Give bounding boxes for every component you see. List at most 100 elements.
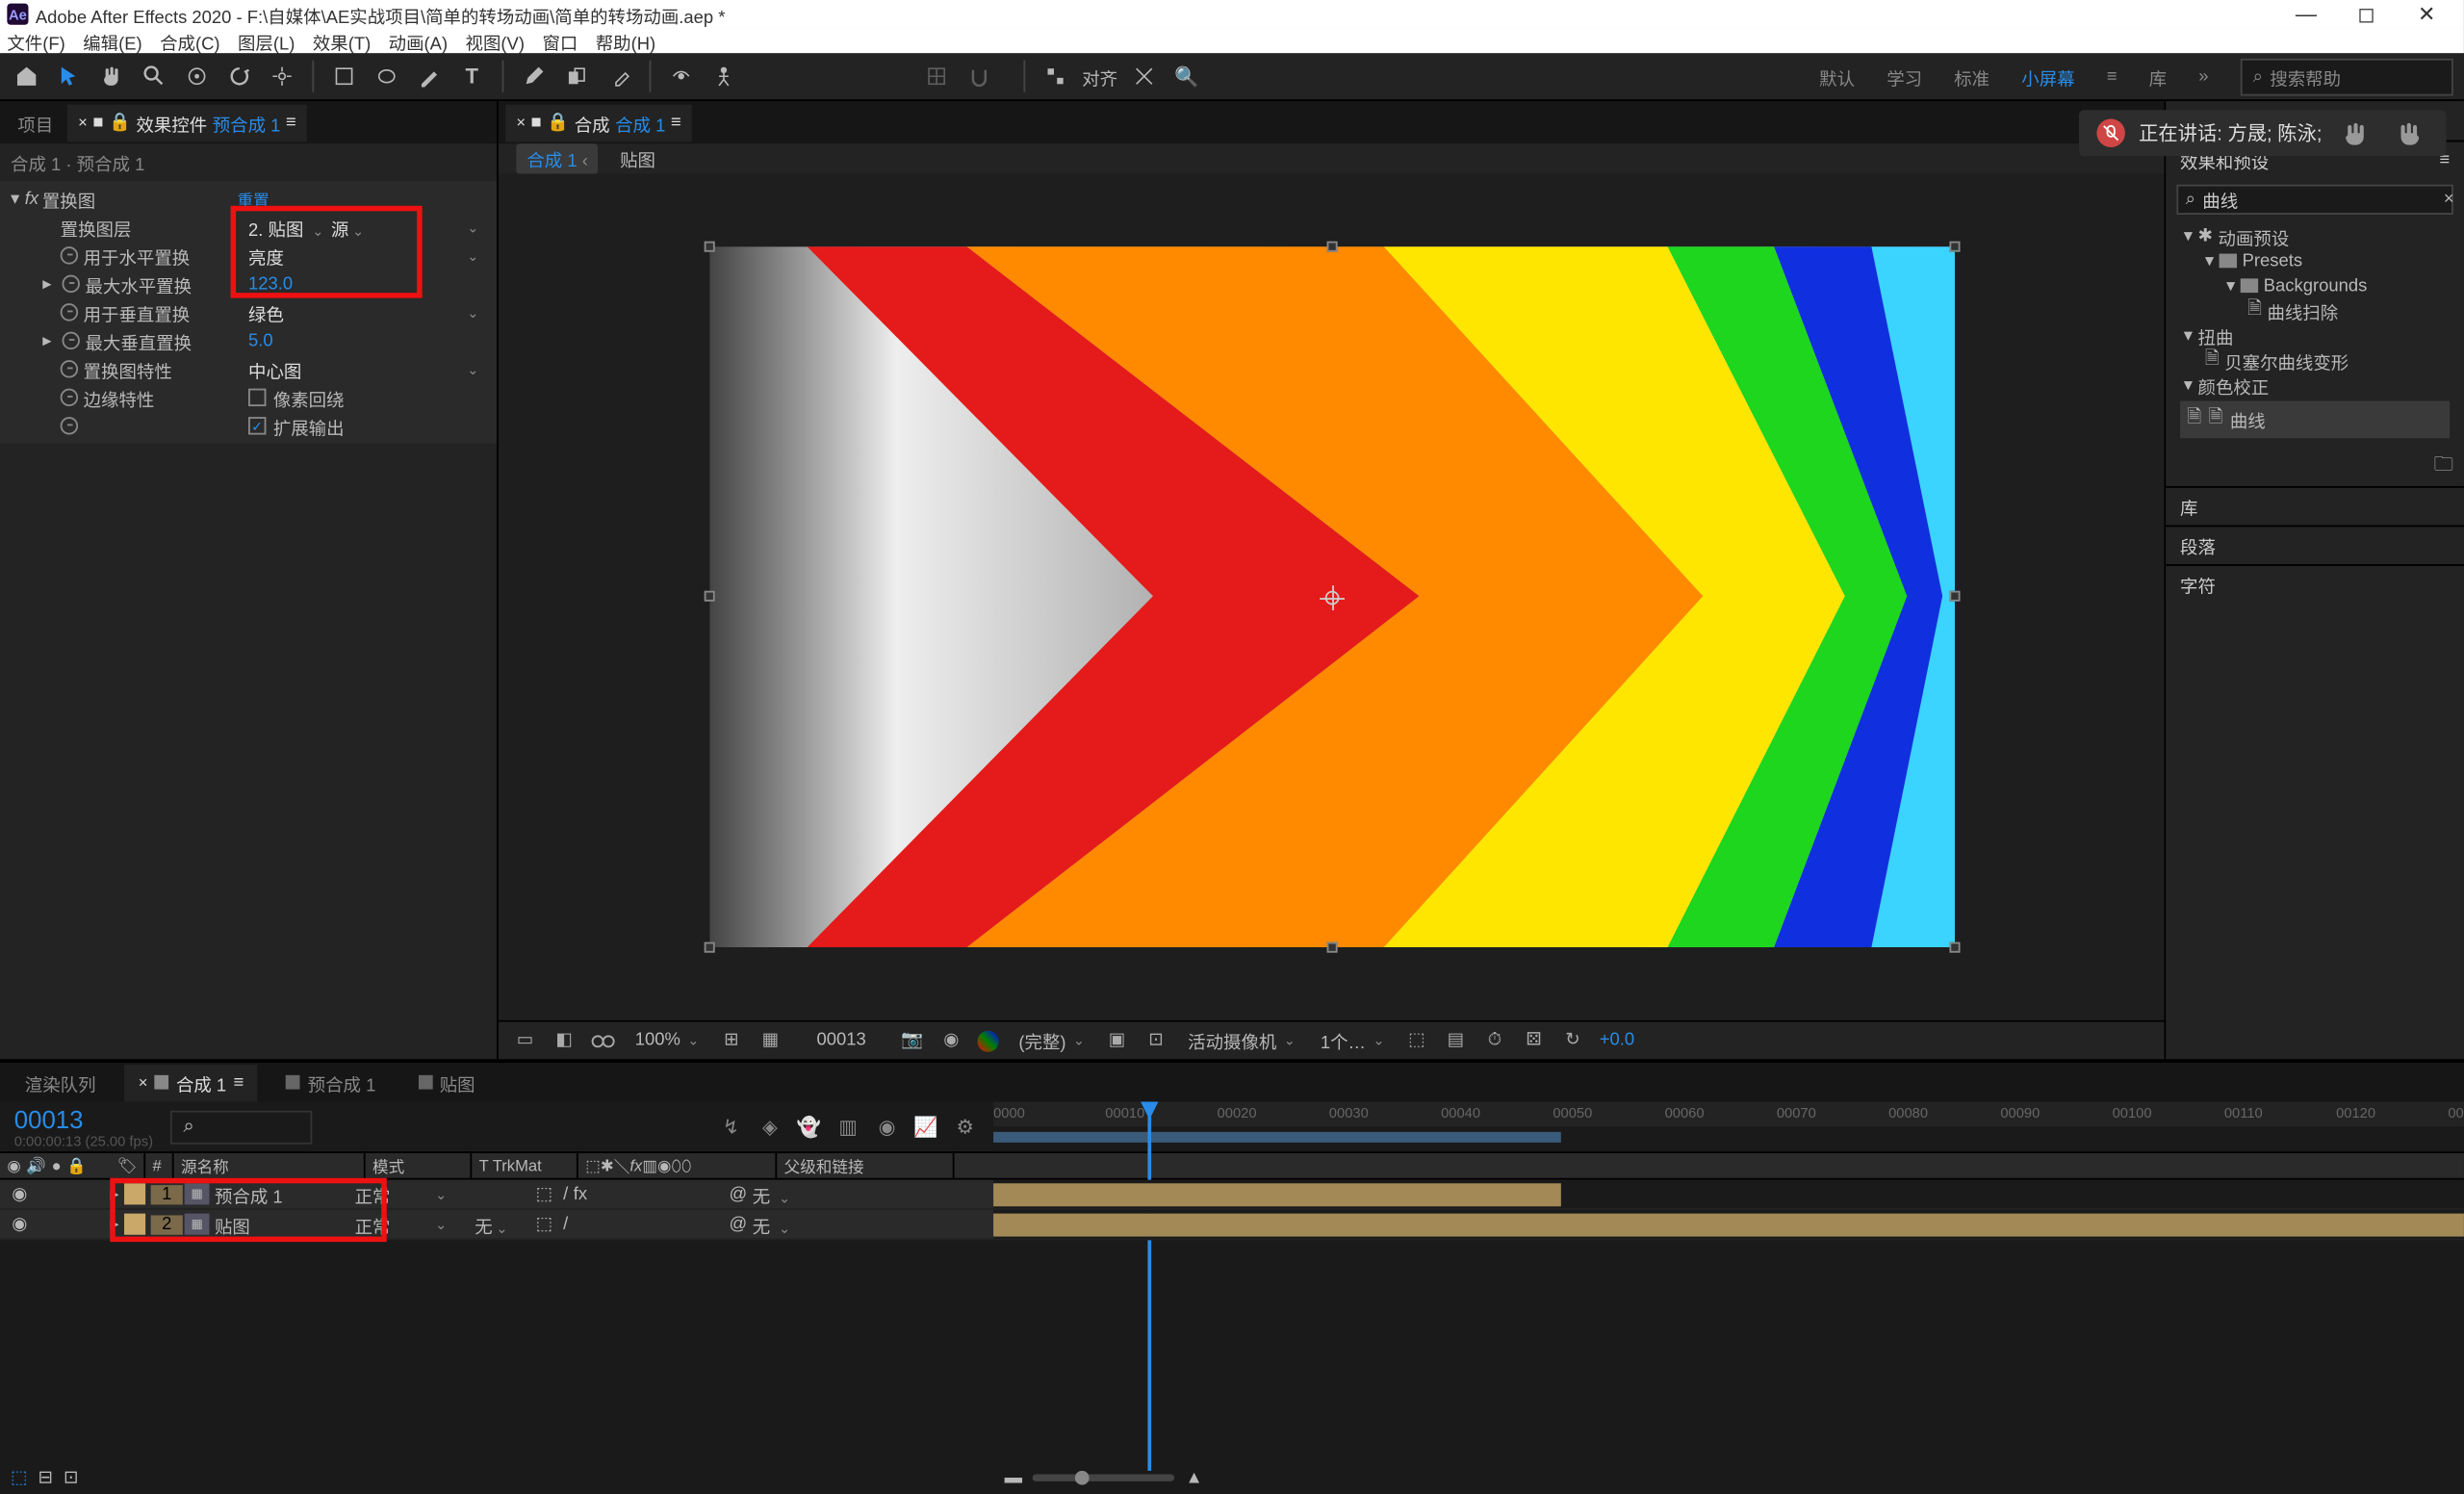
prop-hmap-dropdown[interactable]: 亮度 <box>248 243 408 270</box>
stopwatch-icon[interactable] <box>63 275 80 293</box>
prop-layer-src-dropdown[interactable]: 源⌄ <box>331 214 364 241</box>
comp-tab[interactable]: ×■🔒 合成 合成 1 ≡ <box>505 104 691 142</box>
label-column-icon[interactable]: 🏷 <box>117 1156 138 1175</box>
resolution-dropdown[interactable]: (完整)⌄ <box>1014 1027 1091 1054</box>
layer-row[interactable]: ◉▸2▦贴图正常⌄无⌄⬚/@无 ⌄ <box>0 1210 2464 1240</box>
parent-dropdown[interactable]: 无 ⌄ <box>753 1181 791 1208</box>
pickwhip-icon[interactable]: @ <box>729 1184 747 1203</box>
draft3d-icon[interactable]: ◈ <box>756 1113 783 1141</box>
tree-presets[interactable]: Presets <box>2243 251 2302 270</box>
trkmat-dropdown[interactable]: 无⌄ <box>452 1211 530 1238</box>
menu-help[interactable]: 帮助(H) <box>596 28 655 55</box>
stopwatch-icon[interactable] <box>61 303 78 321</box>
blend-mode-dropdown[interactable]: 正常⌄ <box>349 1211 452 1238</box>
stopwatch-icon[interactable] <box>61 360 78 377</box>
blend-mode-dropdown[interactable]: 正常⌄ <box>349 1181 452 1208</box>
menu-composition[interactable]: 合成(C) <box>160 28 219 55</box>
timeline-precomp-tab[interactable]: 预合成 1 <box>272 1064 390 1101</box>
transform-switch[interactable]: ⬚ <box>536 1215 552 1234</box>
tree-anim-presets[interactable]: 动画预设 <box>2219 222 2290 249</box>
menu-layer[interactable]: 图层(L) <box>238 28 295 55</box>
transform-handle[interactable] <box>704 242 714 252</box>
menu-animation[interactable]: 动画(A) <box>389 28 448 55</box>
layer-row[interactable]: ◉▸1▦预合成 1正常⌄⬚/fx@无 ⌄ <box>0 1180 2464 1210</box>
clone-tool-icon[interactable] <box>560 61 592 92</box>
mask-toggle-icon[interactable]: ◧ <box>552 1028 577 1053</box>
composition-mini-flow-icon[interactable]: ↯ <box>717 1113 745 1141</box>
zoom-out-icon[interactable]: ▬ <box>1005 1468 1022 1487</box>
library-panel-header[interactable]: 库 <box>2166 486 2464 526</box>
roi-icon[interactable]: ▣ <box>1105 1028 1130 1053</box>
effect-controls-tab[interactable]: × ■ 🔒 效果控件 预合成 1 ≡ <box>67 104 307 142</box>
audio-column-icon[interactable]: 🔊 <box>26 1156 46 1175</box>
selection-tool-icon[interactable] <box>53 61 85 92</box>
minimize-button[interactable]: — <box>2276 2 2337 27</box>
timeline-search[interactable]: ⌕ <box>170 1110 312 1144</box>
label-color[interactable] <box>124 1214 145 1235</box>
layer-name[interactable]: 预合成 1 <box>215 1181 349 1208</box>
roto-tool-icon[interactable] <box>665 61 697 92</box>
zoom-in-icon[interactable]: ▲ <box>1186 1468 1203 1487</box>
rect-tool-icon[interactable] <box>328 61 360 92</box>
transparency-grid-icon[interactable]: ▦ <box>757 1028 783 1053</box>
presets-search-input[interactable] <box>2202 190 2436 209</box>
edge-checkbox[interactable] <box>248 389 266 406</box>
camera-dropdown[interactable]: 活动摄像机⌄ <box>1183 1027 1301 1054</box>
lock-column-icon[interactable]: 🔒 <box>66 1156 87 1175</box>
orbit-tool-icon[interactable] <box>181 61 213 92</box>
workspace-standard[interactable]: 标准 <box>1954 63 1989 90</box>
current-time-indicator[interactable] <box>1147 1102 1151 1471</box>
tree-sweep[interactable]: 曲线扫除 <box>2267 297 2338 324</box>
tree-backgrounds[interactable]: Backgrounds <box>2264 276 2368 296</box>
search-help-input[interactable]: ⌕ 搜索帮助 <box>2241 58 2453 95</box>
render-queue-tab[interactable]: 渲染队列 <box>11 1064 110 1101</box>
timeline-zoom-slider[interactable] <box>1033 1475 1174 1481</box>
solo-column-icon[interactable]: ● <box>52 1157 62 1174</box>
project-tab[interactable]: 项目 <box>7 104 64 142</box>
presets-search[interactable]: ⌕ × <box>2176 185 2453 215</box>
current-frame[interactable]: 00013 <box>797 1031 886 1050</box>
toggle-switches-icon[interactable]: ⬚ <box>11 1468 27 1487</box>
snap-option-icon[interactable] <box>1128 61 1160 92</box>
menu-effect[interactable]: 效果(T) <box>313 28 371 55</box>
stopwatch-icon[interactable] <box>61 417 78 434</box>
timeline-comp1-tab[interactable]: ×合成 1≡ <box>124 1064 258 1101</box>
zoom-tool-icon[interactable] <box>139 61 170 92</box>
hide-shy-icon[interactable]: 👻 <box>795 1113 823 1141</box>
parent-dropdown[interactable]: 无 ⌄ <box>753 1211 791 1238</box>
camera-icon[interactable]: 📷 <box>900 1028 925 1053</box>
work-area-bar[interactable] <box>993 1132 1561 1143</box>
transform-handle[interactable] <box>1326 242 1337 252</box>
pickwhip-icon[interactable]: @ <box>729 1215 747 1234</box>
workspace-default[interactable]: 默认 <box>1819 63 1855 90</box>
transform-handle[interactable] <box>1949 242 1960 252</box>
menu-window[interactable]: 窗口 <box>542 28 578 55</box>
layer-duration-bar[interactable] <box>993 1214 2464 1237</box>
overflow-icon[interactable]: » <box>2198 66 2208 86</box>
paragraph-panel-header[interactable]: 段落 <box>2166 526 2464 565</box>
stopwatch-icon[interactable] <box>61 246 78 264</box>
prop-vmax-value[interactable]: 5.0 <box>248 331 408 350</box>
eye-toggle[interactable]: ◉ <box>7 1215 32 1234</box>
prop-behave-dropdown[interactable]: 中心图 <box>248 356 408 383</box>
motion-blur-icon[interactable]: ◉ <box>873 1113 901 1141</box>
name-column[interactable]: 源名称 <box>174 1151 366 1179</box>
ellipse-tool-icon[interactable] <box>371 61 402 92</box>
close-button[interactable]: ✕ <box>2397 2 2457 27</box>
rotate-tool-icon[interactable] <box>223 61 255 92</box>
channel-icon[interactable] <box>978 1030 999 1051</box>
exposure-value[interactable]: +0.0 <box>1600 1031 1634 1050</box>
toggle-in-out-icon[interactable]: ⊡ <box>64 1468 78 1487</box>
composition-canvas[interactable] <box>708 246 1954 947</box>
transform-handle[interactable] <box>704 942 714 953</box>
label-color[interactable] <box>124 1183 145 1204</box>
text-tool-icon[interactable]: T <box>456 61 488 92</box>
toggle-modes-icon[interactable]: ⊟ <box>38 1468 53 1487</box>
new-bin-icon[interactable]: 🗀 <box>2434 454 2453 476</box>
reset-exposure-icon[interactable]: ↻ <box>1560 1028 1585 1053</box>
expand-checkbox[interactable] <box>248 417 266 434</box>
pen-tool-icon[interactable] <box>413 61 445 92</box>
eye-toggle[interactable]: ◉ <box>7 1184 32 1203</box>
clear-search-icon[interactable]: × <box>2444 190 2454 209</box>
home-tool-icon[interactable] <box>11 61 42 92</box>
